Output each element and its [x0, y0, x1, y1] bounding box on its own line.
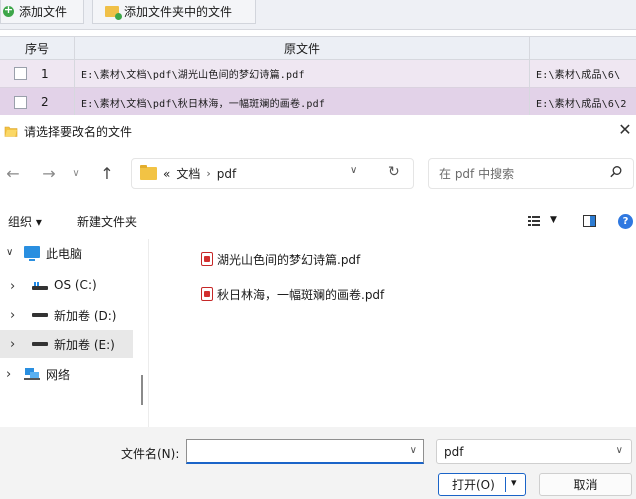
drive-icon: [32, 313, 48, 317]
table-header: 序号 原文件: [0, 36, 636, 60]
command-bar: 组织 ▾ 新建文件夹 ▼ ?: [0, 207, 636, 235]
add-folder-icon: [105, 6, 122, 20]
folder-open-icon: [4, 126, 18, 137]
organize-menu[interactable]: 组织 ▾: [8, 213, 42, 230]
view-dropdown-icon[interactable]: ▼: [550, 215, 557, 225]
row-output: E:\素材\成品\6\: [536, 70, 621, 81]
filetype-value: pdf: [444, 444, 464, 459]
filename-input[interactable]: [187, 440, 397, 461]
file-name: 秋日林海，一幅斑斓的画卷.pdf: [217, 287, 385, 302]
tree-item-label: OS (C:): [54, 278, 97, 292]
chevron-down-icon[interactable]: ∨: [350, 165, 357, 176]
chevron-right-icon: ›: [206, 167, 211, 180]
help-icon[interactable]: ?: [618, 214, 633, 229]
header-source: 原文件: [75, 37, 530, 59]
chevron-down-icon: ∨: [615, 445, 623, 456]
open-label: 打开(O): [452, 478, 495, 492]
row-checkbox[interactable]: [14, 95, 27, 109]
tree-item-label: 新加卷 (E:): [54, 338, 115, 352]
back-button[interactable]: ←: [2, 155, 24, 191]
pane-divider[interactable]: [148, 239, 149, 427]
list-item[interactable]: 秋日林海，一幅斑斓的画卷.pdf: [201, 284, 384, 304]
new-folder-button[interactable]: 新建文件夹: [77, 213, 137, 230]
row-checkbox[interactable]: [14, 67, 27, 80]
search-placeholder: 在 pdf 中搜索: [439, 167, 515, 181]
breadcrumb: « 文档 › pdf: [163, 165, 236, 182]
preview-pane-icon[interactable]: [583, 215, 596, 227]
navigation-bar: ← → ∨ ↑ « 文档 › pdf ∨ ↻ 在 pdf 中搜索: [0, 155, 636, 191]
open-button[interactable]: 打开(O) ▾: [438, 473, 526, 496]
search-box[interactable]: 在 pdf 中搜索: [428, 158, 634, 189]
list-item[interactable]: 湖光山色间的梦幻诗篇.pdf: [201, 249, 360, 269]
file-list: 湖光山色间的梦幻诗篇.pdf 秋日林海，一幅斑斓的画卷.pdf: [150, 239, 636, 427]
chevron-right-icon[interactable]: ›: [10, 279, 15, 294]
tree-item-label: 此电脑: [46, 247, 83, 261]
add-folder-label: 添加文件夹中的文件: [124, 5, 233, 19]
file-name: 湖光山色间的梦幻诗篇.pdf: [217, 252, 361, 267]
close-icon[interactable]: ✕: [616, 121, 634, 141]
tree-item-drive-d[interactable]: › 新加卷 (D:): [0, 301, 133, 329]
navigation-pane: ∨ 此电脑 › OS (C:) › 新加卷 (D:) › 新加卷 (E:) ›: [0, 239, 150, 427]
add-icon: [3, 3, 14, 17]
table-row[interactable]: 2 E:\素材\文档\pdf\秋日林海，一幅斑斓的画卷.pdf E:\素材\成品…: [0, 88, 636, 116]
refresh-icon[interactable]: ↻: [388, 164, 400, 180]
row-source: E:\素材\文档\pdf\秋日林海，一幅斑斓的画卷.pdf: [75, 88, 530, 116]
header-output: [530, 37, 636, 59]
search-icon[interactable]: [609, 165, 623, 179]
network-icon: [24, 368, 40, 380]
row-no: 1: [41, 66, 49, 81]
pdf-icon: [201, 252, 213, 266]
open-file-dialog: 请选择要改名的文件 ✕ ← → ∨ ↑ « 文档 › pdf ∨ ↻ 在 pdf…: [0, 115, 636, 499]
split-divider: [505, 477, 506, 492]
pdf-icon: [201, 287, 213, 301]
address-bar[interactable]: « 文档 › pdf ∨ ↻: [131, 158, 414, 189]
tree-item-drive-c[interactable]: › OS (C:): [0, 272, 133, 300]
chevron-down-icon[interactable]: ∨: [410, 445, 417, 456]
filename-field[interactable]: ∨: [186, 439, 424, 464]
add-file-button[interactable]: 添加文件: [0, 0, 84, 24]
forward-button[interactable]: →: [38, 155, 60, 191]
tree-item-this-pc[interactable]: ∨ 此电脑: [0, 239, 133, 267]
tree-item-drive-e[interactable]: › 新加卷 (E:): [0, 330, 133, 358]
table-row[interactable]: 1 E:\素材\文档\pdf\湖光山色间的梦幻诗篇.pdf E:\素材\成品\6…: [0, 60, 636, 88]
header-no: 序号: [0, 37, 75, 59]
os-drive-icon: [32, 282, 48, 290]
up-button[interactable]: ↑: [96, 155, 118, 191]
row-output: E:\素材\成品\6\2: [536, 98, 627, 110]
chevron-down-icon[interactable]: ∨: [6, 247, 13, 258]
row-no-cell: 1: [0, 60, 75, 87]
chevron-right-icon[interactable]: ›: [6, 367, 11, 382]
breadcrumb-item-docs[interactable]: 文档: [176, 165, 200, 182]
add-file-label: 添加文件: [19, 5, 68, 19]
filename-label: 文件名(N):: [121, 447, 180, 461]
dialog-footer: 文件名(N): ∨ pdf ∨ 打开(O) ▾ 取消: [0, 427, 636, 499]
nav-pane-scrollbar[interactable]: [141, 375, 143, 405]
add-folder-files-button[interactable]: 添加文件夹中的文件: [92, 0, 256, 24]
breadcrumb-item-pdf[interactable]: pdf: [217, 167, 236, 181]
folder-icon: [140, 165, 157, 180]
row-no-cell: 2: [0, 88, 75, 116]
tree-item-label: 网络: [46, 368, 71, 382]
computer-icon: [24, 246, 40, 261]
dialog-titlebar: 请选择要改名的文件 ✕: [0, 115, 636, 147]
chevron-right-icon[interactable]: ›: [10, 308, 15, 323]
view-options-icon[interactable]: [528, 215, 540, 227]
tree-item-network[interactable]: › 网络: [0, 360, 133, 388]
row-source: E:\素材\文档\pdf\湖光山色间的梦幻诗篇.pdf: [75, 60, 530, 87]
row-no: 2: [41, 95, 49, 109]
dialog-title: 请选择要改名的文件: [24, 124, 133, 139]
drive-icon: [32, 342, 48, 346]
app-toolbar: 添加文件 添加文件夹中的文件: [0, 0, 636, 30]
breadcrumb-overflow[interactable]: «: [163, 167, 170, 181]
cancel-button[interactable]: 取消: [539, 473, 632, 496]
tree-item-label: 新加卷 (D:): [54, 309, 117, 323]
open-dropdown-icon[interactable]: ▾: [511, 476, 517, 489]
chevron-right-icon[interactable]: ›: [10, 337, 15, 352]
recent-locations-button[interactable]: ∨: [68, 155, 84, 191]
filetype-select[interactable]: pdf ∨: [436, 439, 632, 464]
